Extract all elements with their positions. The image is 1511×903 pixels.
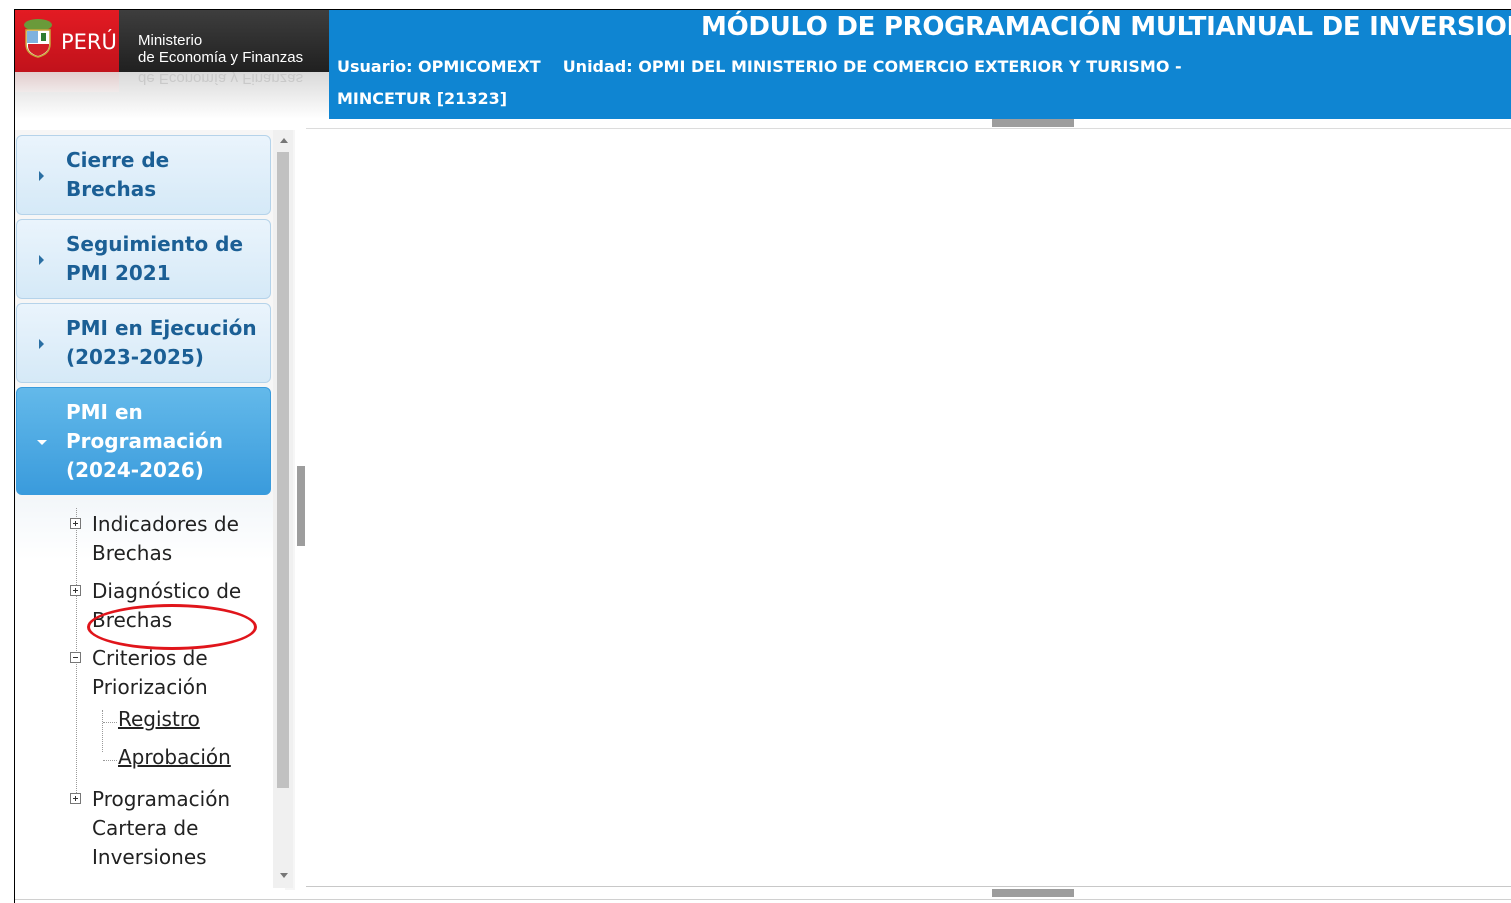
mef-logo: PERÚ Ministerio de Economía y Finanzas d… — [15, 10, 329, 119]
expand-plus-icon[interactable] — [70, 585, 81, 596]
logo-ministry-line1: Ministerio — [138, 32, 203, 49]
top-splitter-handle[interactable] — [992, 119, 1074, 127]
expand-plus-icon[interactable] — [70, 518, 81, 529]
sidebar-panel-label: Seguimiento de PMI 2021 — [66, 232, 244, 285]
tree-node-indicadores-brechas[interactable]: Indicadores de Brechas — [92, 510, 262, 568]
sidebar-resize-handle[interactable] — [297, 466, 305, 546]
header-bar: PERÚ Ministerio de Economía y Finanzas d… — [15, 10, 1511, 119]
unit-label-line2: MINCETUR [21323] — [337, 89, 508, 108]
expand-arrow-icon — [39, 339, 44, 349]
coat-of-arms-icon — [24, 19, 52, 58]
content-top-border — [306, 128, 1511, 129]
logo-reflection-text: de Economía y Finanzas — [138, 72, 304, 87]
scroll-down-arrow-icon[interactable] — [280, 873, 288, 878]
scroll-thumb[interactable] — [277, 152, 289, 788]
sidebar-panel-label: PMI en Ejecución (2023-2025) — [66, 316, 257, 369]
tree-node-programacion-cartera[interactable]: Programación Cartera de Inversiones — [92, 785, 262, 872]
logo-country: PERÚ — [61, 30, 117, 54]
collapse-arrow-icon — [37, 440, 47, 445]
unit-label: Unidad: OPMI DEL MINISTERIO DE COMERCIO … — [562, 57, 1182, 76]
sidebar-menu: Cierre de Brechas Seguimiento de PMI 202… — [15, 130, 295, 890]
user-label: Usuario: OPMICOMEXT — [337, 57, 541, 76]
expand-plus-icon[interactable] — [70, 793, 81, 804]
sidebar-panel-label: PMI en Programación (2024-2026) — [66, 400, 223, 482]
expand-arrow-icon — [39, 171, 44, 181]
sidebar-panel-seguimiento-pmi[interactable]: Seguimiento de PMI 2021 — [16, 219, 271, 299]
logo-ministry-line2: de Economía y Finanzas — [138, 49, 304, 66]
bottom-splitter-handle[interactable] — [992, 889, 1074, 897]
content-bottom-border — [306, 886, 1511, 887]
scroll-up-arrow-icon[interactable] — [280, 138, 288, 143]
app-window: PERÚ Ministerio de Economía y Finanzas d… — [14, 9, 1511, 903]
tree-leaf-registro[interactable]: Registro — [118, 707, 200, 731]
sidebar-panel-pmi-programacion[interactable]: PMI en Programación (2024-2026) — [16, 387, 271, 495]
sidebar-panel-cierre-brechas[interactable]: Cierre de Brechas — [16, 135, 271, 215]
sidebar-panel-label: Cierre de Brechas — [66, 148, 170, 201]
menu-tree: Indicadores de Brechas Diagnóstico de Br… — [15, 500, 285, 890]
module-title: MÓDULO DE PROGRAMACIÓN MULTIANUAL DE INV… — [701, 12, 1511, 42]
highlight-circle — [87, 604, 257, 650]
tree-node-criterios-priorizacion[interactable]: Criterios de Priorización — [92, 644, 262, 702]
logo-reflection: de Economía y Finanzas — [15, 72, 329, 119]
expand-arrow-icon — [39, 255, 44, 265]
sidebar-panel-pmi-ejecucion[interactable]: PMI en Ejecución (2023-2025) — [16, 303, 271, 383]
bottom-border — [15, 899, 1511, 900]
sidebar-scrollbar[interactable] — [273, 130, 293, 888]
collapse-minus-icon[interactable] — [70, 652, 81, 663]
tree-leaf-aprobacion[interactable]: Aprobación — [118, 745, 231, 769]
